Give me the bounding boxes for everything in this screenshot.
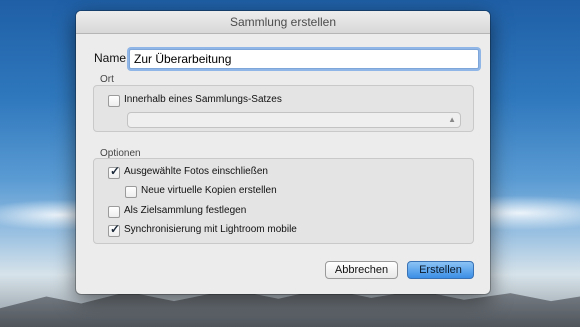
- name-label: Name:: [94, 51, 130, 65]
- inside-set-checkbox[interactable]: [108, 95, 120, 107]
- include-selected-checkbox[interactable]: ✓: [108, 164, 121, 179]
- dialog-title: Sammlung erstellen: [76, 11, 490, 34]
- collection-name-input[interactable]: [129, 49, 479, 69]
- ort-section-label: Ort: [100, 74, 114, 85]
- create-button[interactable]: Erstellen: [407, 261, 474, 279]
- create-collection-dialog: Sammlung erstellen Name: Ort Innerhalb e…: [76, 11, 490, 294]
- collection-set-select[interactable]: ▲: [127, 112, 461, 128]
- virtual-copies-label: Neue virtuelle Kopien erstellen: [141, 185, 277, 196]
- optionen-group: ✓ Ausgewählte Fotos einschließen Neue vi…: [93, 158, 474, 244]
- include-selected-label: Ausgewählte Fotos einschließen: [124, 166, 268, 177]
- sync-mobile-label: Synchronisierung mit Lightroom mobile: [124, 224, 297, 235]
- checkmark-icon: ✓: [110, 222, 121, 236]
- sync-mobile-checkbox[interactable]: ✓: [108, 222, 121, 237]
- updown-arrows-icon: ▲: [448, 115, 456, 124]
- target-collection-checkbox[interactable]: [108, 206, 120, 218]
- target-collection-label: Als Zielsammlung festlegen: [124, 205, 247, 216]
- checkmark-icon: ✓: [110, 164, 121, 178]
- ort-group: Innerhalb eines Sammlungs-Satzes ▲: [93, 85, 474, 132]
- virtual-copies-checkbox[interactable]: [125, 186, 137, 198]
- inside-set-label: Innerhalb eines Sammlungs-Satzes: [124, 94, 282, 105]
- cancel-button[interactable]: Abbrechen: [325, 261, 398, 279]
